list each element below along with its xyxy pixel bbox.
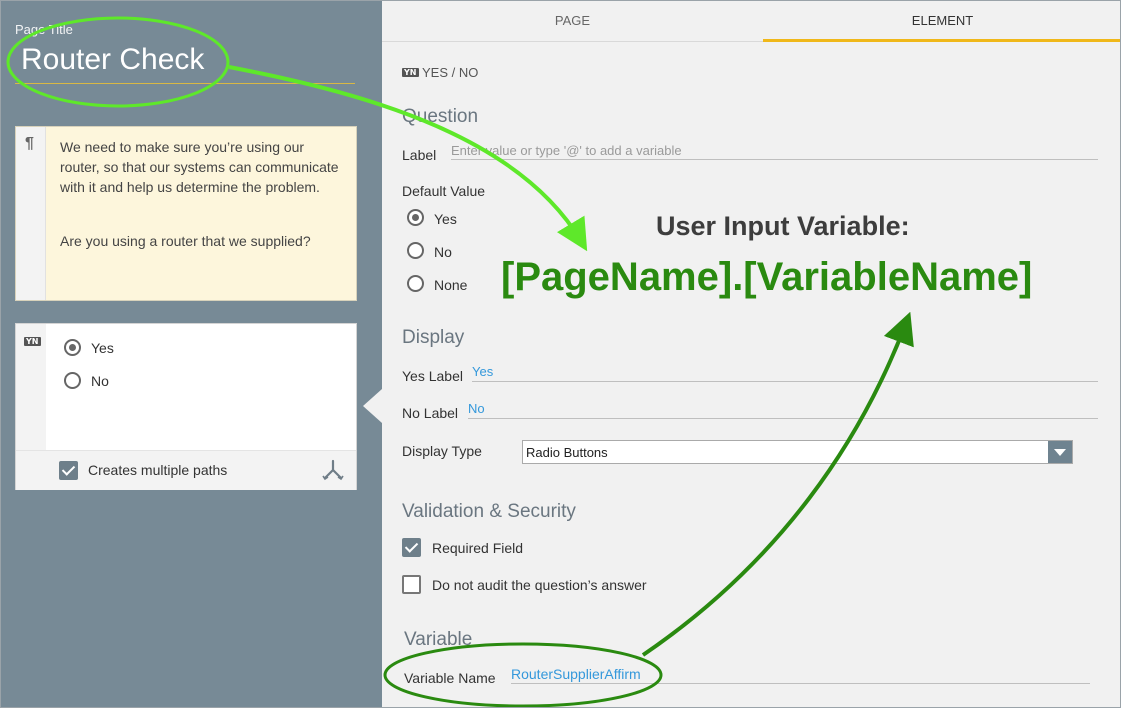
no-label-underline: [468, 418, 1098, 419]
label-field-underline: [451, 159, 1098, 160]
default-value-label: Default Value: [402, 183, 486, 199]
page-canvas-panel: Page Title Router Check ¶ We need to mak…: [1, 1, 382, 707]
display-section-heading: Display: [402, 327, 465, 348]
yes-label-field-label: Yes Label: [402, 368, 463, 384]
paragraph-icon: ¶: [25, 135, 34, 152]
selection-pointer: [363, 389, 382, 423]
display-type-label: Display Type: [402, 443, 482, 459]
chevron-down-icon[interactable]: [1048, 441, 1072, 463]
yes-label-underline: [472, 381, 1098, 382]
annotation-title-text: User Input Variable:: [656, 211, 910, 241]
properties-tabs: PAGE ELEMENT: [382, 1, 1120, 42]
variable-name-label: Variable Name: [404, 670, 496, 686]
text-card-paragraph-1: We need to make sure you’re using our ro…: [60, 139, 339, 195]
annotation-variable-pattern: [PageName].[VariableName]: [501, 255, 1033, 299]
label-field-label: Label: [402, 147, 437, 163]
branch-paths-icon[interactable]: [322, 459, 344, 481]
no-audit-label: Do not audit the question’s answer: [432, 577, 647, 593]
preview-radio-no-label: No: [91, 373, 109, 389]
default-radio-none[interactable]: [407, 275, 424, 292]
text-element-card[interactable]: ¶ We need to make sure you’re using our …: [15, 126, 357, 301]
label-field-input[interactable]: Enter value or type '@' to add a variabl…: [451, 143, 682, 158]
variable-name-underline: [511, 683, 1090, 684]
no-audit-checkbox[interactable]: [402, 575, 421, 594]
required-field-label: Required Field: [432, 540, 524, 556]
preview-radio-yes-label: Yes: [91, 340, 114, 356]
variable-name-input[interactable]: RouterSupplierAffirm: [511, 666, 641, 682]
no-label-field-label: No Label: [402, 405, 459, 421]
text-card-paragraph-2: Are you using a router that we supplied?: [60, 233, 311, 249]
preview-radio-yes[interactable]: [64, 339, 81, 356]
yes-no-card-gutter: YN: [16, 324, 46, 451]
yes-no-icon: YN: [24, 337, 41, 346]
page-title-underline: [15, 83, 355, 84]
preview-radio-no[interactable]: [64, 372, 81, 389]
tab-element[interactable]: ELEMENT: [763, 1, 1120, 42]
validation-section-heading: Validation & Security: [402, 501, 576, 522]
yes-no-card-footer: Creates multiple paths: [16, 450, 356, 490]
default-radio-yes[interactable]: [407, 209, 424, 226]
element-type-icon: YN: [402, 68, 419, 77]
default-radio-none-label: None: [434, 277, 468, 293]
display-type-value: Radio Buttons: [526, 445, 608, 460]
display-type-select[interactable]: Radio Buttons: [522, 440, 1073, 464]
page-title[interactable]: Router Check: [21, 43, 204, 77]
creates-multiple-paths-checkbox[interactable]: [59, 461, 78, 480]
default-radio-yes-label: Yes: [434, 211, 457, 227]
yes-label-input[interactable]: Yes: [472, 364, 493, 379]
yes-no-element-card[interactable]: YN Yes No Creates multiple paths: [15, 323, 357, 490]
app-frame: Page Title Router Check ¶ We need to mak…: [0, 0, 1121, 708]
no-label-input[interactable]: No: [468, 401, 485, 416]
element-type-label: YES / NO: [422, 65, 479, 80]
default-radio-no[interactable]: [407, 242, 424, 259]
question-section-heading: Question: [402, 106, 479, 127]
tab-page[interactable]: PAGE: [382, 1, 763, 42]
variable-section-heading: Variable: [404, 629, 473, 650]
default-radio-no-label: No: [434, 244, 452, 260]
text-card-gutter: ¶: [16, 127, 46, 300]
text-card-content: We need to make sure you’re using our ro…: [60, 137, 345, 251]
required-field-checkbox[interactable]: [402, 538, 421, 557]
properties-panel: PAGE ELEMENT YN YES / NO Question Label …: [382, 1, 1120, 707]
page-title-label: Page Title: [15, 22, 73, 37]
creates-multiple-paths-label: Creates multiple paths: [88, 462, 228, 478]
